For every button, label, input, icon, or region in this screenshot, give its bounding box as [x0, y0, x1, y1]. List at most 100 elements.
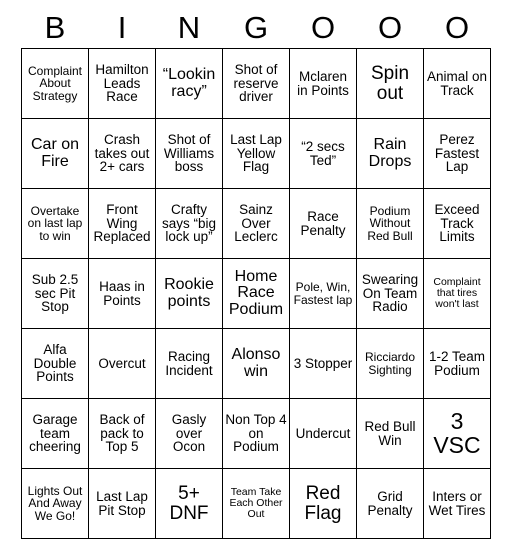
- bingo-cell-r0-c3[interactable]: Shot of reserve driver: [222, 48, 290, 119]
- bingo-body: Complaint About Strategy Hamilton Leads R…: [21, 48, 491, 539]
- bingo-row: Overtake on last lap to win Front Wing Re…: [21, 188, 491, 259]
- bingo-cell-label: Shot of reserve driver: [233, 61, 279, 105]
- bingo-cell-label: Garage team cheering: [29, 411, 81, 455]
- bingo-cell-label: “Lookin racy”: [162, 66, 216, 100]
- bingo-cell-r5-c0[interactable]: Garage team cheering: [21, 398, 89, 469]
- bingo-cell-label: 3 Stopper: [293, 355, 353, 371]
- bingo-header-letter-0: B: [44, 10, 66, 45]
- bingo-cell-r4-c0[interactable]: Alfa Double Points: [21, 328, 89, 399]
- bingo-cell-r4-c3[interactable]: Alonso win: [222, 328, 290, 399]
- bingo-cell-label: Mclaren in Points: [297, 68, 349, 98]
- bingo-cell-r0-c5[interactable]: Spin out: [356, 48, 424, 119]
- bingo-cell-r4-c1[interactable]: Overcut: [88, 328, 156, 399]
- bingo-row: Lights Out And Away We Go! Last Lap Pit S…: [21, 468, 491, 539]
- bingo-cell-r3-c0[interactable]: Sub 2.5 sec Pit Stop: [21, 258, 89, 329]
- bingo-cell-r2-c4[interactable]: Race Penalty: [289, 188, 357, 259]
- bingo-cell-r3-c2[interactable]: Rookie points: [155, 258, 223, 329]
- bingo-cell-r1-c4[interactable]: “2 secs Ted”: [289, 118, 357, 189]
- bingo-cell-label: Sainz Over Leclerc: [234, 201, 278, 245]
- bingo-cell-label: 1-2 Team Podium: [428, 348, 486, 378]
- bingo-cell-label: Last Lap Yellow Flag: [230, 131, 282, 175]
- bingo-cell-r1-c2[interactable]: Shot of Williams boss: [155, 118, 223, 189]
- bingo-cell-r3-c5[interactable]: Swearing On Team Radio: [356, 258, 424, 329]
- bingo-cell-label: Overcut: [98, 355, 146, 371]
- bingo-cell-label: Racing Incident: [165, 348, 213, 378]
- bingo-cell-r6-c3[interactable]: Team Take Each Other Out: [222, 468, 290, 539]
- bingo-row: Sub 2.5 sec Pit Stop Haas in Points Rookie…: [21, 258, 491, 329]
- bingo-cell-r1-c0[interactable]: Car on Fire: [21, 118, 89, 189]
- bingo-cell-label: Non Top 4 on Podium: [225, 411, 287, 455]
- bingo-cell-label: Lights Out And Away We Go!: [27, 484, 83, 523]
- bingo-cell-label: Complaint that tires won't last: [433, 276, 481, 310]
- bingo-cell-label: Grid Penalty: [367, 488, 413, 518]
- bingo-cell-r1-c6[interactable]: Perez Fastest Lap: [423, 118, 491, 189]
- bingo-cell-r6-c2[interactable]: 5+ DNF: [155, 468, 223, 539]
- bingo-cell-label: Red Bull Win: [364, 418, 416, 448]
- bingo-cell-r2-c2[interactable]: Crafty says “big lock up”: [155, 188, 223, 259]
- bingo-cell-label: Rookie points: [164, 276, 214, 310]
- bingo-cell-r4-c2[interactable]: Racing Incident: [155, 328, 223, 399]
- bingo-cell-r6-c5[interactable]: Grid Penalty: [356, 468, 424, 539]
- bingo-cell-label: Shot of Williams boss: [163, 131, 215, 175]
- bingo-cell-label: Back of pack to Top 5: [99, 411, 145, 455]
- bingo-cell-r0-c4[interactable]: Mclaren in Points: [289, 48, 357, 119]
- bingo-cell-label: Hamilton Leads Race: [95, 61, 149, 105]
- bingo-cell-r1-c1[interactable]: Crash takes out 2+ cars: [88, 118, 156, 189]
- bingo-cell-r0-c2[interactable]: “Lookin racy”: [155, 48, 223, 119]
- bingo-cell-label: Alonso win: [231, 346, 281, 380]
- bingo-cell-label: 3 VSC: [433, 408, 481, 458]
- bingo-cell-label: Undercut: [295, 425, 351, 441]
- bingo-cell-label: Home Race Podium: [228, 268, 284, 318]
- bingo-cell-label: Overtake on last lap to win: [27, 204, 83, 243]
- bingo-cell-r2-c5[interactable]: Podium Without Red Bull: [356, 188, 424, 259]
- bingo-header-row: BINGOOO: [22, 8, 491, 49]
- bingo-cell-r0-c1[interactable]: Hamilton Leads Race: [88, 48, 156, 119]
- bingo-cell-r2-c1[interactable]: Front Wing Replaced: [88, 188, 156, 259]
- bingo-cell-r5-c6[interactable]: 3 VSC: [423, 398, 491, 469]
- bingo-cell-r5-c5[interactable]: Red Bull Win: [356, 398, 424, 469]
- bingo-cell-label: Swearing On Team Radio: [361, 271, 419, 315]
- bingo-cell-label: 5+ DNF: [169, 483, 209, 524]
- bingo-row: Complaint About Strategy Hamilton Leads R…: [21, 48, 491, 119]
- bingo-cell-r6-c4[interactable]: Red Flag: [289, 468, 357, 539]
- bingo-cell-r2-c3[interactable]: Sainz Over Leclerc: [222, 188, 290, 259]
- bingo-header-letter-6: O: [444, 10, 470, 45]
- bingo-cell-label: Complaint About Strategy: [27, 64, 83, 103]
- bingo-cell-label: Podium Without Red Bull: [367, 204, 413, 243]
- bingo-cell-label: Crafty says “big lock up”: [161, 201, 217, 245]
- bingo-cell-r6-c6[interactable]: Inters or Wet Tires: [423, 468, 491, 539]
- bingo-cell-r6-c1[interactable]: Last Lap Pit Stop: [88, 468, 156, 539]
- bingo-cell-label: Car on Fire: [30, 136, 80, 170]
- bingo-cell-r4-c5[interactable]: Ricciardo Sighting: [356, 328, 424, 399]
- bingo-header-letter-1: I: [117, 10, 127, 45]
- bingo-row: Alfa Double Points Overcut Racing Incident…: [21, 328, 491, 399]
- bingo-header-letter-5: O: [377, 10, 403, 45]
- bingo-card: B I N G O O O Complaint About Strategy Hamilton…: [21, 8, 491, 539]
- bingo-cell-label: Alfa Double Points: [33, 341, 77, 385]
- bingo-header-letter-3: G: [243, 10, 269, 45]
- bingo-cell-label: Exceed Track Limits: [434, 201, 480, 245]
- bingo-cell-r1-c5[interactable]: Rain Drops: [356, 118, 424, 189]
- bingo-cell-label: Haas in Points: [99, 278, 145, 308]
- bingo-cell-label: Inters or Wet Tires: [428, 488, 486, 518]
- bingo-cell-r5-c2[interactable]: Gasly over Ocon: [155, 398, 223, 469]
- bingo-cell-r1-c3[interactable]: Last Lap Yellow Flag: [222, 118, 290, 189]
- bingo-cell-r0-c6[interactable]: Animal on Track: [423, 48, 491, 119]
- bingo-cell-r5-c4[interactable]: Undercut: [289, 398, 357, 469]
- bingo-cell-r2-c6[interactable]: Exceed Track Limits: [423, 188, 491, 259]
- bingo-cell-r3-c1[interactable]: Haas in Points: [88, 258, 156, 329]
- bingo-cell-r5-c3[interactable]: Non Top 4 on Podium: [222, 398, 290, 469]
- bingo-cell-r0-c0[interactable]: Complaint About Strategy: [21, 48, 89, 119]
- bingo-cell-r3-c6[interactable]: Complaint that tires won't last: [423, 258, 491, 329]
- bingo-cell-r6-c0[interactable]: Lights Out And Away We Go!: [21, 468, 89, 539]
- bingo-cell-label: Crash takes out 2+ cars: [94, 131, 150, 175]
- bingo-cell-r5-c1[interactable]: Back of pack to Top 5: [88, 398, 156, 469]
- bingo-cell-r4-c4[interactable]: 3 Stopper: [289, 328, 357, 399]
- bingo-cell-label: Rain Drops: [368, 136, 412, 170]
- bingo-cell-label: “2 secs Ted”: [301, 138, 345, 168]
- bingo-cell-r4-c6[interactable]: 1-2 Team Podium: [423, 328, 491, 399]
- bingo-cell-r2-c0[interactable]: Overtake on last lap to win: [21, 188, 89, 259]
- bingo-cell-r3-c4[interactable]: Pole, Win, Fastest lap: [289, 258, 357, 329]
- bingo-cell-label: Race Penalty: [300, 208, 346, 238]
- bingo-cell-r3-c3[interactable]: Home Race Podium: [222, 258, 290, 329]
